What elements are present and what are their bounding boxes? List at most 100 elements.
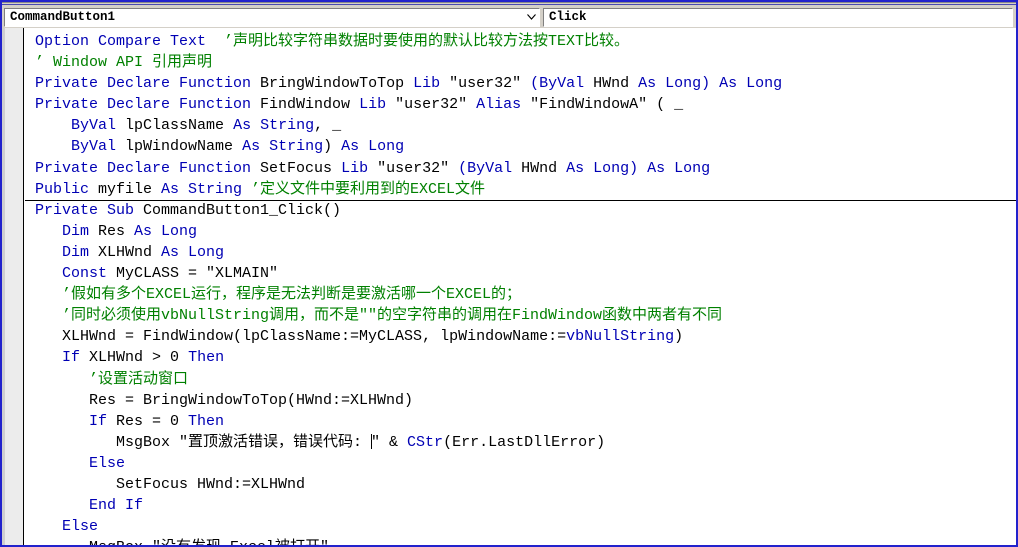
code-token-id bbox=[206, 33, 224, 50]
code-token-kw: As Long bbox=[161, 243, 225, 261]
object-dropdown-value: CommandButton1 bbox=[10, 10, 116, 24]
code-line[interactable]: Dim Res As Long bbox=[25, 221, 1016, 242]
code-token-id bbox=[35, 349, 62, 366]
object-dropdown[interactable]: CommandButton1 bbox=[4, 7, 540, 27]
code-token-id: myfile bbox=[98, 180, 162, 198]
code-line[interactable]: ’ Window API 引用声明 bbox=[25, 52, 1016, 73]
code-line[interactable]: XLHWnd = FindWindow(lpClassName:=MyCLASS… bbox=[25, 326, 1016, 347]
code-token-kw: Private Declare Function bbox=[35, 75, 261, 93]
code-line[interactable]: ’假如有多个EXCEL运行，程序是无法判断是要激活哪一个EXCEL的； bbox=[25, 284, 1016, 305]
code-token-kw: Lib bbox=[413, 75, 450, 93]
code-token-id: XLHWnd > 0 bbox=[89, 349, 189, 367]
code-token-kw: As Long) As Long bbox=[566, 159, 711, 177]
code-line[interactable]: Else bbox=[25, 516, 1016, 537]
code-line[interactable]: ’设置活动窗口 bbox=[25, 369, 1016, 390]
code-token-kw: Const bbox=[62, 265, 117, 283]
code-line[interactable]: SetFocus HWnd:=XLHWnd bbox=[25, 474, 1016, 495]
code-token-id bbox=[35, 223, 62, 240]
code-token-id: ″user32″ bbox=[395, 96, 477, 114]
code-token-id: ) bbox=[323, 138, 342, 156]
code-token-kw: Alias bbox=[476, 96, 531, 114]
code-token-kw: As String bbox=[242, 138, 324, 156]
code-token-id: HWnd bbox=[593, 75, 639, 93]
code-line[interactable]: Private Sub CommandButton1_Click() bbox=[25, 200, 1016, 221]
chevron-down-icon[interactable] bbox=[523, 8, 539, 26]
code-token-id bbox=[35, 497, 89, 514]
vba-code-window: CommandButton1 Click Option Compare Text… bbox=[0, 0, 1018, 547]
code-line[interactable]: Else bbox=[25, 453, 1016, 474]
code-line[interactable]: ’同时必须使用vbNullString调用，而不是″″的空字符串的调用在Find… bbox=[25, 305, 1016, 326]
code-token-kw: Else bbox=[62, 518, 99, 536]
chrome-divider-line bbox=[2, 2, 1016, 3]
code-token-id: lpWindowName bbox=[125, 138, 243, 156]
code-line[interactable]: MsgBox ″置顶激活错误，错误代码: ″ & CStr(Err.LastDl… bbox=[25, 432, 1016, 453]
code-line[interactable]: Public myfile As String ’定义文件中要利用到的EXCEL… bbox=[25, 179, 1016, 200]
code-line[interactable]: ByVal lpWindowName As String) As Long bbox=[25, 136, 1016, 157]
code-token-id: ″ & bbox=[371, 433, 408, 451]
code-token-id: ″FindWindowA″ ( _ bbox=[530, 96, 684, 114]
code-token-id: Res = BringWindowToTop(HWnd:=XLHWnd) bbox=[35, 391, 414, 409]
code-token-id: MsgBox ″置顶激活错误，错误代码: bbox=[35, 433, 372, 451]
code-line[interactable]: Const MyCLASS = ″XLMAIN″ bbox=[25, 263, 1016, 284]
code-line[interactable]: Dim XLHWnd As Long bbox=[25, 242, 1016, 263]
code-token-kw: Then bbox=[188, 349, 225, 367]
code-line[interactable]: Res = BringWindowToTop(HWnd:=XLHWnd) bbox=[25, 390, 1016, 411]
code-token-id bbox=[35, 518, 62, 535]
code-token-cm: ’定义文件中要利用到的EXCEL文件 bbox=[251, 180, 486, 198]
code-token-kw: Dim bbox=[62, 222, 99, 240]
code-text-area[interactable]: Option Compare Text ’声明比较字符串数据时要使用的默认比较方… bbox=[25, 28, 1016, 547]
code-token-kw: Then bbox=[188, 412, 225, 430]
code-line[interactable]: ByVal lpClassName As String, _ bbox=[25, 115, 1016, 136]
code-token-kw: As Long bbox=[134, 222, 198, 240]
procedure-dropdown[interactable]: Click bbox=[543, 7, 1013, 27]
code-token-kw: As String bbox=[233, 117, 315, 135]
procedure-dropdown-value: Click bbox=[549, 10, 587, 24]
code-token-kw: Private Declare Function bbox=[35, 159, 261, 177]
code-token-id: ″user32″ bbox=[449, 75, 531, 93]
code-token-kw: As Long bbox=[341, 138, 405, 156]
code-token-id bbox=[35, 307, 62, 324]
code-editor-pane[interactable]: Option Compare Text ’声明比较字符串数据时要使用的默认比较方… bbox=[2, 28, 1016, 547]
code-token-id: SetFocus HWnd:=XLHWnd bbox=[35, 475, 306, 493]
code-token-kw: vbNullString bbox=[566, 328, 675, 346]
code-token-kw: ByVal bbox=[71, 138, 126, 156]
code-token-cm: ’同时必须使用vbNullString调用，而不是″″的空字符串的调用在Find… bbox=[62, 307, 723, 325]
code-token-cm: ’设置活动窗口 bbox=[89, 370, 189, 388]
code-line[interactable]: If XLHWnd > 0 Then bbox=[25, 347, 1016, 368]
code-token-kw: Else bbox=[89, 454, 126, 472]
code-line[interactable]: End If bbox=[25, 495, 1016, 516]
code-token-id bbox=[35, 138, 71, 155]
code-token-kw: Private Declare Function bbox=[35, 96, 261, 114]
code-token-id bbox=[35, 286, 62, 303]
code-token-cm: ’声明比较字符串数据时要使用的默认比较方法按TEXT比较。 bbox=[224, 33, 630, 50]
code-token-id: ) bbox=[674, 328, 684, 346]
code-pane-toolbar: CommandButton1 Click bbox=[2, 6, 1016, 28]
code-line[interactable]: Private Declare Function FindWindow Lib … bbox=[25, 94, 1016, 115]
code-token-id: MyCLASS = ″XLMAIN″ bbox=[116, 265, 279, 283]
code-token-kw: If bbox=[62, 349, 90, 367]
code-token-id bbox=[35, 455, 89, 472]
code-token-kw: Public bbox=[35, 180, 99, 198]
code-token-id bbox=[35, 371, 89, 388]
margin-indicator-bar[interactable] bbox=[2, 28, 24, 547]
code-line[interactable]: Option Compare Text ’声明比较字符串数据时要使用的默认比较方… bbox=[25, 31, 1016, 52]
code-token-kw: As String bbox=[161, 180, 252, 198]
code-line[interactable]: Private Declare Function SetFocus Lib ″u… bbox=[25, 158, 1016, 179]
code-token-cm: ’假如有多个EXCEL运行，程序是无法判断是要激活哪一个EXCEL的； bbox=[62, 286, 522, 304]
code-token-id bbox=[35, 117, 71, 134]
code-token-kw: ByVal bbox=[71, 117, 126, 135]
code-token-kw: As Long) As Long bbox=[638, 75, 783, 93]
code-line[interactable]: Private Declare Function BringWindowToTo… bbox=[25, 73, 1016, 94]
code-token-kw: Option Compare Text bbox=[35, 33, 207, 50]
code-token-id: XLHWnd bbox=[98, 243, 162, 261]
code-token-id: Res bbox=[98, 222, 135, 240]
module-separator-line bbox=[25, 199, 1016, 201]
code-token-kw: (ByVal bbox=[530, 75, 594, 93]
code-token-id bbox=[35, 244, 62, 261]
code-token-kw: Dim bbox=[62, 243, 99, 261]
code-line[interactable]: If Res = 0 Then bbox=[25, 411, 1016, 432]
code-token-kw: If bbox=[89, 412, 117, 430]
code-token-kw: End If bbox=[89, 497, 144, 515]
code-token-id bbox=[35, 265, 62, 282]
code-token-id: BringWindowToTop bbox=[260, 75, 414, 93]
